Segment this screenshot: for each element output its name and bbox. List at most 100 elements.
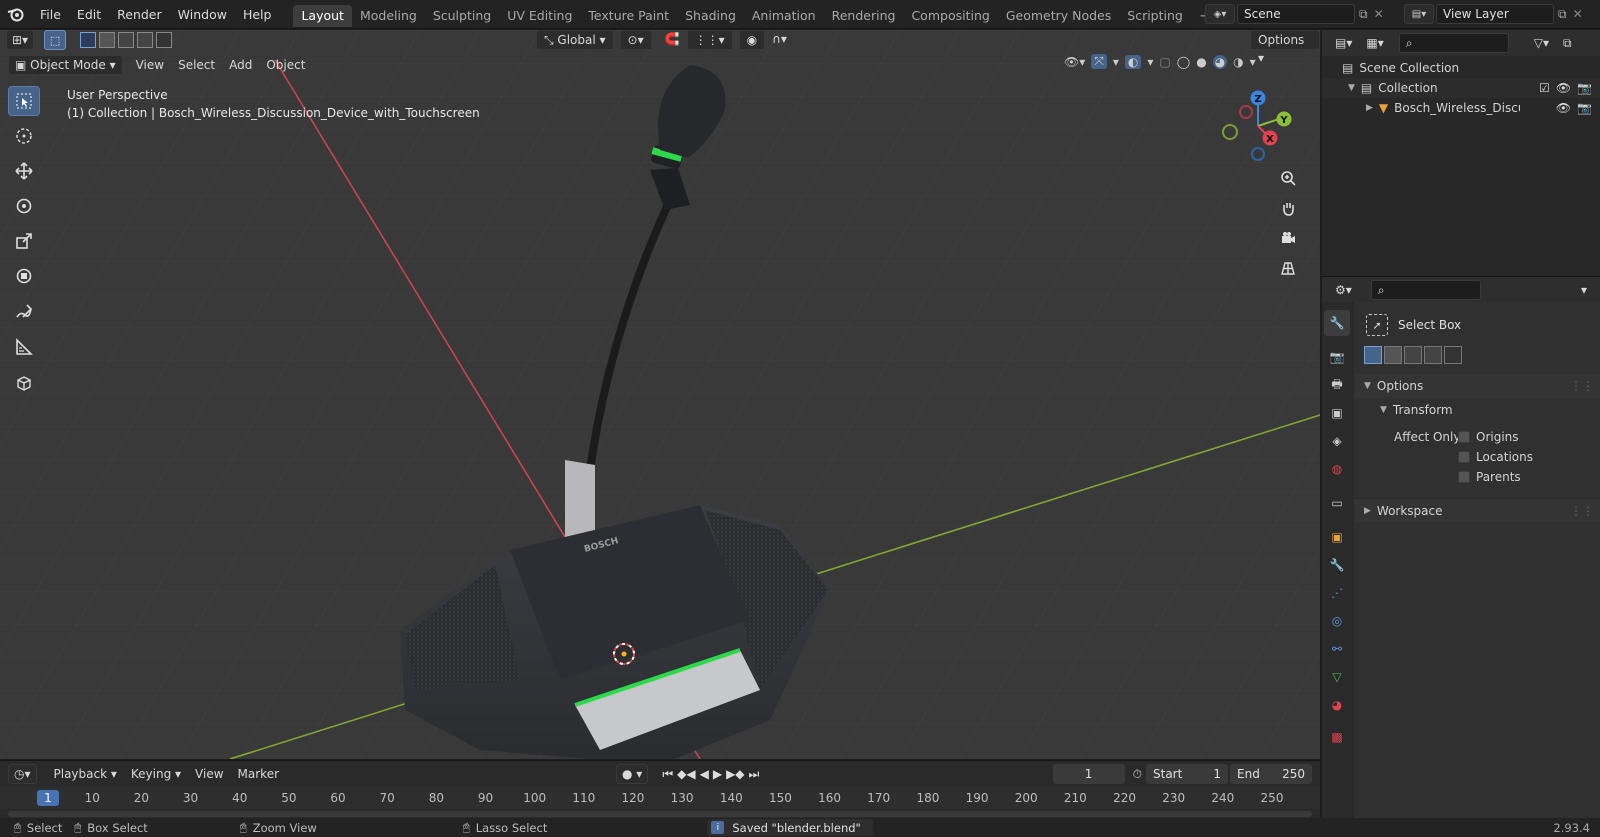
timeline-view-menu[interactable]: View <box>188 763 230 785</box>
navigation-gizmo[interactable]: Z Y X <box>1218 86 1298 166</box>
playback-menu[interactable]: Playback ▾ <box>47 763 124 785</box>
texture-tab-icon[interactable]: ▩ <box>1324 724 1350 750</box>
locations-checkbox[interactable]: Locations <box>1458 450 1533 464</box>
menu-window[interactable]: Window <box>170 0 235 29</box>
visibility-icon[interactable]: 👁▾ <box>1064 55 1085 69</box>
tab-texture-paint[interactable]: Texture Paint <box>580 5 677 27</box>
current-frame-field[interactable]: 1 <box>1052 764 1125 784</box>
collection-render-icon[interactable]: 📷 <box>1577 78 1592 98</box>
editor-type-icon[interactable]: ⊞▾ <box>6 30 35 50</box>
jump-end-icon[interactable]: ⏭ <box>749 767 760 782</box>
jump-start-icon[interactable]: ⏮ <box>662 767 673 782</box>
orientation-dropdown[interactable]: ⤡ Global ▾ <box>536 30 614 50</box>
mode-extend-icon[interactable] <box>99 32 116 48</box>
tab-layout[interactable]: Layout <box>293 5 352 27</box>
parents-checkbox-box[interactable] <box>1458 471 1470 483</box>
xray-icon[interactable]: ▢ <box>1159 55 1170 69</box>
keying-menu[interactable]: Keying ▾ <box>124 763 188 785</box>
proportional-edit-icon[interactable]: ◉ <box>738 30 766 50</box>
menu-file[interactable]: File <box>32 0 69 29</box>
timeline-scrollbar[interactable] <box>8 811 1312 817</box>
solid-shading-icon[interactable]: ● <box>1196 55 1206 69</box>
snap-toggle-icon[interactable]: 🧲 <box>658 30 687 50</box>
tab-modeling[interactable]: Modeling <box>352 5 425 27</box>
scene-collection-row[interactable]: ▤ Scene Collection <box>1322 58 1600 78</box>
timeline-editor-type-icon[interactable]: ◷▾ <box>8 764 37 784</box>
collection-exclude-checkbox[interactable]: ☑ <box>1539 78 1550 98</box>
data-tab-icon[interactable]: ▽ <box>1324 664 1350 690</box>
object-tab-icon[interactable]: ▣ <box>1324 524 1350 550</box>
menu-add[interactable]: Add <box>222 54 259 76</box>
start-frame-field[interactable]: Start 1 <box>1146 764 1228 784</box>
pivot-dropdown[interactable]: ⊙▾ <box>619 30 652 50</box>
gizmo-dropdown-icon[interactable]: ▾ <box>1113 55 1119 69</box>
object-expand-icon[interactable]: ▶ <box>1366 98 1373 118</box>
add-cube-tool-icon[interactable] <box>8 368 40 398</box>
collection-row[interactable]: ▼ ▤ Collection ☑ 👁 📷 <box>1322 78 1600 98</box>
overlay-dropdown-icon[interactable]: ▾ <box>1147 55 1153 69</box>
menu-help[interactable]: Help <box>235 0 280 29</box>
collection-expand-icon[interactable]: ▼ <box>1348 78 1355 98</box>
scene-new-icon[interactable]: ⧉ <box>1359 7 1368 22</box>
perspective-grid-icon[interactable] <box>1274 254 1302 282</box>
mode-invert-icon[interactable] <box>137 32 154 48</box>
options-panel-header[interactable]: ▼ Options ⋮⋮ <box>1354 374 1600 398</box>
rendered-shading-icon[interactable]: ◑ <box>1233 55 1243 69</box>
mode-intersect-icon[interactable] <box>156 32 173 48</box>
scene-browse-icon[interactable]: ◈▾ <box>1205 4 1235 24</box>
properties-search-input[interactable]: ⌕ <box>1370 279 1481 300</box>
menu-edit[interactable]: Edit <box>69 0 109 29</box>
menu-select[interactable]: Select <box>171 54 222 76</box>
mode-new-icon[interactable] <box>80 32 97 48</box>
scene-tab-icon[interactable]: ◈ <box>1324 428 1350 454</box>
tab-shading[interactable]: Shading <box>677 5 744 27</box>
measure-tool-icon[interactable] <box>8 332 40 362</box>
overlay-toggle-icon[interactable]: ◐ <box>1124 54 1142 69</box>
scene-name-field[interactable]: Scene <box>1237 4 1355 24</box>
options-dropdown[interactable]: Options ▾ <box>1250 30 1320 65</box>
origins-checkbox-box[interactable] <box>1458 431 1470 443</box>
marker-menu[interactable]: Marker <box>231 763 286 785</box>
tab-geometry-nodes[interactable]: Geometry Nodes <box>998 5 1119 27</box>
render-tab-icon[interactable]: 📷 <box>1324 344 1350 370</box>
pan-hand-icon[interactable] <box>1274 194 1302 222</box>
play-icon[interactable]: ▶ <box>713 767 722 781</box>
cursor-tool-icon[interactable] <box>8 121 40 151</box>
frame-ruler[interactable]: 1 10 20 30 40 50 60 70 80 90 100 110 120 130 140 150 160… <box>0 787 1320 809</box>
annotate-tool-icon[interactable] <box>8 297 40 327</box>
tab-animation[interactable]: Animation <box>744 5 824 27</box>
material-shading-icon[interactable]: ◕ <box>1212 54 1228 69</box>
mode-subtract-icon[interactable] <box>118 32 135 48</box>
tab-uv-editing[interactable]: UV Editing <box>499 5 580 27</box>
select-tool-icon[interactable]: ⬚ <box>44 30 67 50</box>
workspace-panel-header[interactable]: ▶ Workspace ⋮⋮ <box>1354 498 1600 522</box>
shading-dropdown-icon[interactable]: ▾ <box>1250 55 1256 69</box>
object-visibility-icon[interactable]: 👁 <box>1556 98 1571 118</box>
tab-sculpting[interactable]: Sculpting <box>425 5 499 27</box>
play-reverse-icon[interactable]: ◀ <box>700 767 709 781</box>
blender-logo-icon[interactable] <box>0 0 32 29</box>
properties-editor-type-icon[interactable]: ⚙▾ <box>1328 279 1359 301</box>
select-box-tool-icon[interactable] <box>8 86 40 116</box>
scene-close-icon[interactable]: ✕ <box>1374 7 1384 21</box>
auto-keying-icon[interactable]: ● ▾ <box>616 764 649 784</box>
end-frame-field[interactable]: End 250 <box>1230 764 1312 784</box>
stopwatch-icon[interactable]: ⏱ <box>1133 767 1142 782</box>
filter-icon[interactable]: ▽▾ <box>1527 32 1556 54</box>
collection-tab-icon[interactable]: ▭ <box>1324 490 1350 516</box>
wireframe-shading-icon[interactable]: ◯ <box>1177 55 1190 69</box>
world-tab-icon[interactable]: ◍ <box>1324 456 1350 482</box>
jump-keyframe-back-icon[interactable]: ◆◀ <box>677 767 695 781</box>
view-layer-tab-icon[interactable]: ▣ <box>1324 400 1350 426</box>
constraints-tab-icon[interactable]: ⚯ <box>1324 636 1350 662</box>
camera-icon[interactable] <box>1274 224 1302 252</box>
view-layer-close-icon[interactable]: ✕ <box>1573 7 1583 21</box>
outliner-search-input[interactable]: ⌕ <box>1398 33 1509 53</box>
menu-render[interactable]: Render <box>109 0 170 29</box>
object-render-icon[interactable]: 📷 <box>1577 98 1592 118</box>
mode-dropdown[interactable]: ▣ Object Mode ▾ <box>8 55 123 75</box>
view-layer-field[interactable]: View Layer <box>1436 4 1554 24</box>
outliner-editor-type-icon[interactable]: ▤▾ <box>1328 32 1359 54</box>
snap-target-dropdown[interactable]: ⋮⋮▾ <box>686 30 733 50</box>
prop-mode-new-icon[interactable] <box>1364 346 1382 364</box>
